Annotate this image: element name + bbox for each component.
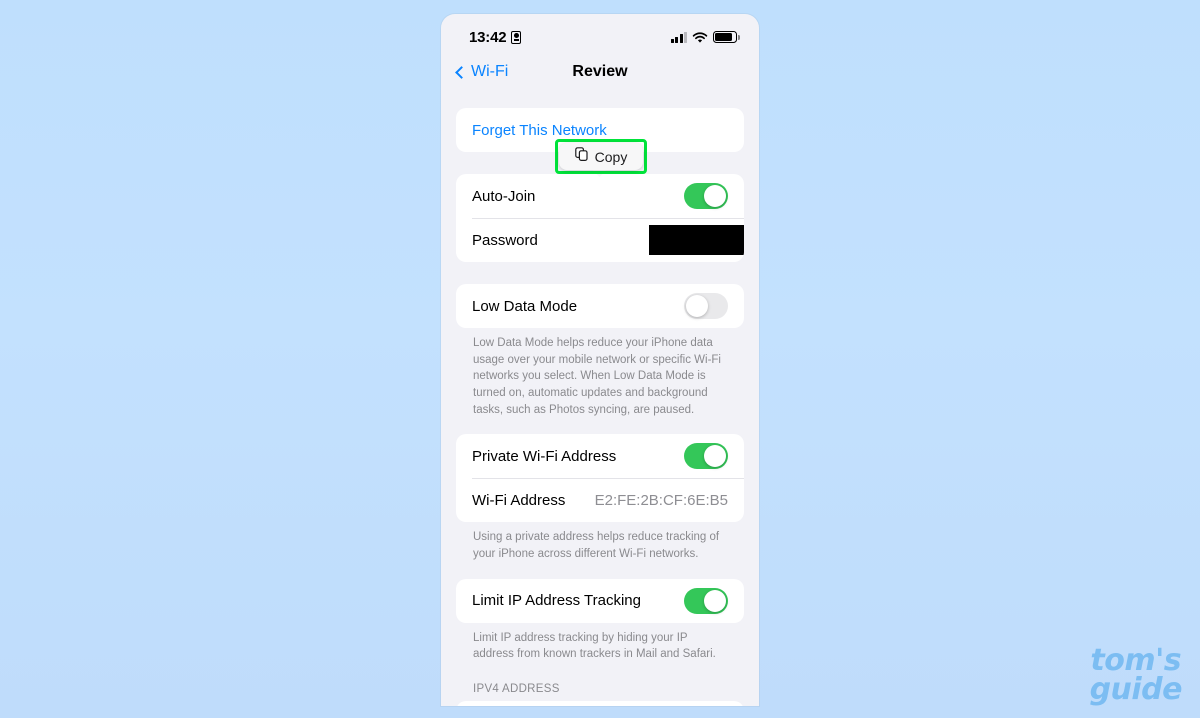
private-wifi-label: Private Wi-Fi Address: [472, 447, 617, 465]
private-wifi-footnote: Using a private address helps reduce tra…: [473, 531, 720, 561]
limit-ip-card: Limit IP Address Tracking: [456, 578, 744, 623]
copy-documents-icon: [574, 146, 589, 167]
ipv4-card: Configure IP Automatic IP Address 10.49.…: [456, 701, 744, 706]
auto-join-toggle[interactable]: [684, 183, 728, 209]
cellular-signal-icon: [670, 31, 687, 43]
copy-tooltip-button[interactable]: Copy: [559, 143, 643, 170]
wifi-address-value: E2:FE:2B:CF:6E:B5: [594, 491, 728, 509]
iphone-screen: 13:42 Wi-Fi Review Forget This Network A…: [441, 14, 759, 706]
toggle-knob: [686, 295, 708, 317]
private-wifi-row[interactable]: Private Wi-Fi Address: [456, 434, 744, 478]
navigation-bar: Wi-Fi Review: [441, 52, 759, 92]
status-bar-left: 13:42: [469, 28, 522, 46]
private-wifi-toggle[interactable]: [684, 443, 728, 470]
battery-icon: [713, 31, 740, 43]
chevron-left-icon: [455, 65, 468, 79]
ipv4-group-header: IPV4 ADDRESS: [473, 683, 560, 696]
password-row[interactable]: Password: [456, 218, 744, 262]
copy-tooltip-label: Copy: [594, 148, 628, 165]
toms-guide-watermark: tom's guide: [1089, 646, 1183, 707]
limit-ip-toggle[interactable]: [684, 587, 728, 614]
settings-content: Forget This Network Auto-Join Password C…: [441, 92, 759, 706]
status-bar-right: [670, 31, 740, 43]
low-data-mode-card: Low Data Mode: [456, 284, 744, 328]
private-wifi-card: Private Wi-Fi Address Wi-Fi Address E2:F…: [456, 434, 744, 523]
password-label: Password: [472, 231, 538, 249]
network-settings-card: Auto-Join Password: [456, 174, 744, 262]
wifi-icon: [692, 31, 708, 43]
limit-ip-footnote: Limit IP address tracking by hiding your…: [473, 631, 716, 661]
low-data-mode-footnote: Low Data Mode helps reduce your iPhone d…: [473, 337, 721, 416]
configure-ip-row[interactable]: Configure IP Automatic: [456, 701, 744, 706]
low-data-mode-toggle[interactable]: [684, 293, 728, 319]
limit-ip-row[interactable]: Limit IP Address Tracking: [456, 579, 744, 623]
status-bar: 13:42: [441, 14, 759, 52]
auto-join-row[interactable]: Auto-Join: [456, 174, 744, 218]
wifi-address-row: Wi-Fi Address E2:FE:2B:CF:6E:B5: [456, 478, 744, 522]
low-data-mode-label: Low Data Mode: [472, 297, 578, 315]
back-button[interactable]: Wi-Fi: [455, 63, 509, 81]
back-button-label: Wi-Fi: [471, 63, 509, 80]
toggle-knob: [704, 185, 726, 207]
wifi-address-label: Wi-Fi Address: [472, 491, 566, 509]
toggle-knob: [704, 445, 726, 468]
low-data-mode-row[interactable]: Low Data Mode: [456, 284, 744, 328]
watermark-line-2: guide: [1089, 671, 1183, 707]
toggle-knob: [704, 589, 726, 612]
limit-ip-label: Limit IP Address Tracking: [472, 592, 641, 610]
auto-join-label: Auto-Join: [472, 187, 536, 205]
status-bar-time: 13:42: [469, 28, 507, 46]
forget-network-label: Forget This Network: [472, 121, 607, 139]
password-redaction-bar: [649, 225, 744, 255]
recording-indicator-icon: [511, 30, 522, 44]
